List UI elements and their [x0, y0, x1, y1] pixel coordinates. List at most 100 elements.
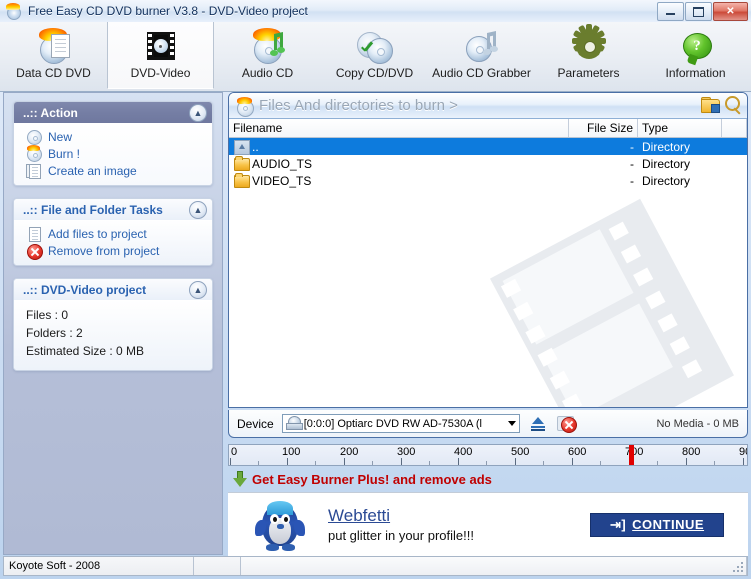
green-down-arrow-icon — [232, 471, 248, 487]
chevron-down-icon[interactable] — [507, 421, 516, 426]
panel-body: New Burn ! Create an image — [14, 123, 212, 185]
cell-filesize: - — [630, 156, 634, 171]
tab-information[interactable]: ? Information — [642, 22, 749, 89]
tab-data-cd-dvd[interactable]: Data CD DVD — [0, 22, 107, 89]
ruler-label: 800 — [682, 446, 701, 458]
cell-filename: .. — [229, 138, 569, 155]
ruler-label: 400 — [454, 446, 473, 458]
cd-music-note-icon — [250, 28, 286, 64]
window-title: Free Easy CD DVD burner V3.8 - DVD-Video… — [28, 4, 308, 18]
ad-continue-button[interactable]: ⇥] CONTINUE — [590, 512, 724, 537]
film-strip-watermark — [463, 153, 747, 407]
sidebar-item-create-image[interactable]: Create an image — [14, 162, 212, 179]
column-header-type[interactable]: Type — [638, 119, 722, 137]
panel-title: ..:: DVD-Video project — [23, 282, 147, 297]
panel-dvd-video-project: ..:: DVD-Video project ▲ Files : 0 Folde… — [13, 278, 213, 371]
open-folder-icon[interactable] — [701, 96, 720, 113]
cd-document-icon — [36, 28, 72, 64]
ruler-label: 500 — [511, 446, 530, 458]
sidebar-item-label: Add files to project — [48, 226, 147, 241]
file-list-title: Files And directories to burn > — [259, 97, 458, 114]
tab-audio-cd[interactable]: Audio CD — [214, 22, 321, 89]
device-select[interactable]: [0:0:0] Optiarc DVD RW AD-7530A (l — [281, 414, 520, 433]
parent-folder-icon — [233, 139, 250, 155]
panel-title: ..:: Action — [23, 105, 78, 120]
eject-icon[interactable] — [529, 416, 547, 432]
chevron-up-icon[interactable]: ▲ — [189, 104, 207, 122]
ruler-label: 200 — [340, 446, 359, 458]
tab-dvd-video[interactable]: DVD-Video — [107, 22, 214, 89]
file-list-actions — [701, 96, 741, 115]
ruler-label: 90 — [739, 446, 747, 458]
sidebar-item-new[interactable]: New — [14, 128, 212, 145]
content-area: Files And directories to burn > Filename… — [228, 92, 748, 557]
tab-copy-cd-dvd[interactable]: Copy CD/DVD — [321, 22, 428, 89]
sidebar-item-label: Remove from project — [48, 243, 160, 258]
window-controls: ✕ — [657, 2, 748, 21]
ad-subtitle: put glitter in your profile!!! — [328, 528, 474, 543]
erase-disc-icon[interactable] — [556, 415, 577, 433]
panel-header: ..:: DVD-Video project ▲ — [14, 279, 212, 300]
capacity-ruler: 0 100 200 300 400 500 600 700 800 90 — [228, 444, 748, 466]
drive-icon — [285, 416, 303, 431]
file-name-text: .. — [252, 139, 259, 154]
ad-title-link[interactable]: Webfetti — [328, 506, 474, 526]
promo-bar[interactable]: Get Easy Burner Plus! and remove ads — [228, 468, 748, 490]
status-left: Koyote Soft - 2008 — [4, 557, 194, 575]
resize-grip-icon[interactable] — [733, 562, 745, 574]
sidebar-item-burn[interactable]: Burn ! — [14, 145, 212, 162]
two-discs-check-icon — [356, 28, 393, 64]
ad-continue-label: CONTINUE — [632, 517, 705, 532]
application-window: Free Easy CD DVD burner V3.8 - DVD-Video… — [0, 0, 751, 579]
panel-body: Add files to project Remove from project — [14, 220, 212, 265]
cell-type: Directory — [642, 156, 691, 171]
panel-header: ..:: Action ▲ — [14, 102, 212, 123]
chevron-up-icon[interactable]: ▲ — [189, 281, 207, 299]
table-row[interactable]: AUDIO_TS - Directory — [229, 155, 747, 172]
document-add-icon — [26, 226, 42, 242]
music-note-gray-icon — [464, 28, 500, 64]
advertisement[interactable]: Webfetti put glitter in your profile!!! … — [228, 492, 748, 557]
tab-label: DVD-Video — [130, 66, 191, 80]
cell-type: Directory — [642, 139, 691, 154]
ruler-label: 0 — [231, 446, 238, 458]
sidebar-item-label: Burn ! — [48, 146, 81, 161]
disc-image-icon — [26, 163, 42, 179]
sidebar-item-remove-from-project[interactable]: Remove from project — [14, 242, 212, 260]
sidebar-item-label: New — [48, 129, 73, 144]
status-middle — [194, 557, 241, 575]
chevron-up-icon[interactable]: ▲ — [189, 201, 207, 219]
penguin-mascot-icon — [252, 496, 310, 554]
tab-label: Parameters — [557, 66, 620, 80]
disc-burn-icon — [234, 96, 256, 117]
folder-icon — [233, 156, 250, 171]
panel-body: Files : 0 Folders : 2 Estimated Size : 0… — [14, 300, 212, 370]
status-right — [241, 557, 747, 575]
close-button[interactable]: ✕ — [713, 2, 748, 21]
sidebar: ..:: Action ▲ New Burn ! Create an image — [3, 92, 223, 555]
magnifier-icon[interactable] — [725, 96, 741, 115]
tab-parameters[interactable]: Parameters — [535, 22, 642, 89]
table-row[interactable]: VIDEO_TS - Directory — [229, 172, 747, 189]
tab-audio-cd-grabber[interactable]: Audio CD Grabber — [428, 22, 535, 89]
file-name-text: VIDEO_TS — [252, 173, 312, 188]
tab-label: Audio CD — [241, 66, 294, 80]
file-list-body[interactable]: .. - Directory AUDIO_TS - Directory VIDE… — [229, 138, 747, 407]
disc-new-icon — [26, 129, 42, 145]
panel-title: ..:: File and Folder Tasks — [23, 202, 163, 217]
media-status: No Media - 0 MB — [656, 417, 739, 430]
maximize-button[interactable] — [685, 2, 712, 21]
tab-label: Audio CD Grabber — [432, 66, 531, 80]
arrow-into-bracket-icon: ⇥] — [609, 516, 627, 532]
promo-text[interactable]: Get Easy Burner Plus! and remove ads — [252, 472, 492, 487]
column-header-filesize[interactable]: File Size — [569, 119, 638, 137]
sidebar-item-add-files[interactable]: Add files to project — [14, 225, 212, 242]
device-label: Device — [237, 416, 274, 431]
folder-icon — [233, 173, 250, 188]
minimize-button[interactable] — [657, 2, 684, 21]
gear-icon — [571, 24, 607, 64]
table-row[interactable]: .. - Directory — [229, 138, 747, 155]
device-selected-value: [0:0:0] Optiarc DVD RW AD-7530A (l — [303, 417, 482, 430]
column-header-filename[interactable]: Filename — [229, 119, 569, 137]
ruler-label: 300 — [397, 446, 416, 458]
